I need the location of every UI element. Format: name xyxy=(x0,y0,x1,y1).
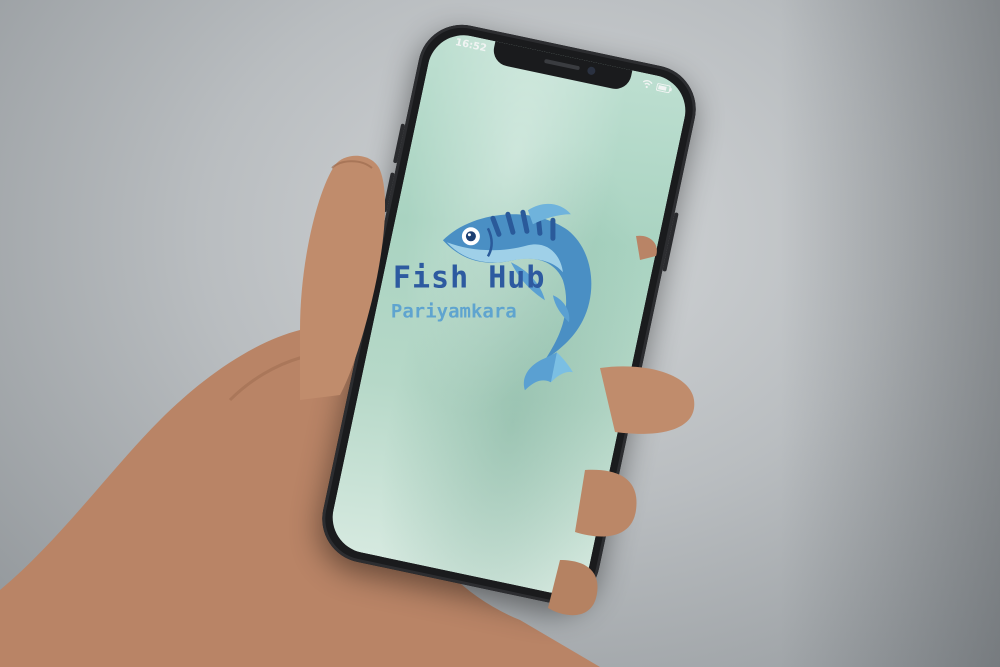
photo-scene: 16:52 Fish Hub Pariyamkara xyxy=(0,0,1000,667)
hand-front xyxy=(300,155,695,616)
